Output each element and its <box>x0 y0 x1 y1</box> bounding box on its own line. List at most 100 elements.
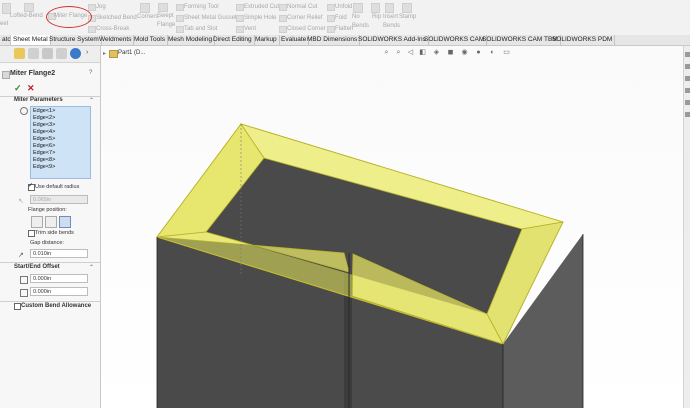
end-offset-icon <box>20 289 28 297</box>
ok-button[interactable]: ✓ <box>14 83 22 94</box>
tab-markup[interactable]: Markup <box>253 35 280 45</box>
material-outside-icon[interactable] <box>45 216 57 228</box>
unfold-button[interactable]: Unfold <box>335 3 352 12</box>
manager-tabs: › <box>0 46 100 63</box>
stamp-icon <box>402 3 412 13</box>
closed-corner-button[interactable]: Closed Corner <box>287 25 326 34</box>
sheet-metal-gusset-icon <box>176 15 184 22</box>
list-item[interactable]: Edge<4> <box>33 129 55 136</box>
base-flange-button[interactable]: eet <box>0 20 8 29</box>
swept-flange-button[interactable]: Swept Flange <box>157 12 177 30</box>
custom-bend-allowance-header[interactable]: Custom Bend Allowance <box>21 303 91 309</box>
property-title: Miter Flange2 <box>10 70 56 77</box>
corners-icon <box>140 3 150 13</box>
trim-side-bends-checkbox[interactable] <box>28 230 35 237</box>
flatten-button[interactable]: Flatten <box>335 25 353 34</box>
list-item[interactable]: Edge<1> <box>33 108 55 115</box>
cross-break-button[interactable]: Cross-Break <box>96 25 129 34</box>
dimxpert-manager-icon[interactable] <box>56 48 67 59</box>
simple-hole-icon <box>236 15 244 22</box>
tab-mesh-modeling[interactable]: Mesh Modeling <box>166 35 216 45</box>
configuration-manager-icon[interactable] <box>42 48 53 59</box>
list-item[interactable]: Edge<8> <box>33 157 55 164</box>
extruded-cut-button[interactable]: Extruded Cut <box>244 3 279 12</box>
list-item[interactable]: Edge<7> <box>33 150 55 157</box>
tab-mbd-dimensions[interactable]: MBD Dimensions <box>305 35 361 45</box>
rip-button[interactable]: Rip <box>372 13 381 22</box>
no-bends-button[interactable]: No Bends <box>352 13 369 31</box>
feature-manager-icon[interactable] <box>14 48 25 59</box>
material-inside-icon[interactable] <box>31 216 43 228</box>
edge-selection-icon <box>20 107 28 115</box>
jog-button[interactable]: Jog <box>96 3 106 12</box>
miter-flange-feature-icon <box>2 71 10 79</box>
normal-cut-icon <box>279 4 287 11</box>
sheet-metal-model[interactable] <box>101 46 690 408</box>
tab-and-slot-button[interactable]: Tab and Slot <box>184 25 217 34</box>
corner-relief-icon <box>279 15 287 22</box>
tab-and-slot-icon <box>176 26 184 33</box>
start-end-offset-header[interactable]: Start/End Offset <box>14 264 60 270</box>
start-offset-field[interactable]: 0.000in <box>30 274 88 283</box>
end-offset-field[interactable]: 0.000in <box>30 287 88 296</box>
stamp-button[interactable]: Stamp <box>399 13 416 22</box>
design-library-icon[interactable] <box>685 64 690 69</box>
list-item[interactable]: Edge<6> <box>33 143 55 150</box>
cancel-button[interactable]: ✕ <box>27 83 35 94</box>
list-item[interactable]: Edge<3> <box>33 122 55 129</box>
gap-distance-field[interactable]: 0.010in <box>30 249 88 258</box>
tab-weldments[interactable]: Weldments <box>97 35 135 45</box>
tab-sheet-metal[interactable]: Sheet Metal <box>10 35 51 45</box>
forming-tool-icon <box>176 4 184 11</box>
tab-solidworks-cam[interactable]: SOLIDWORKS CAM <box>422 35 488 45</box>
resources-icon[interactable] <box>685 52 690 57</box>
tab-direct-editing[interactable]: Direct Editing <box>211 35 255 45</box>
trim-side-bends-label: Trim side bends <box>35 230 74 236</box>
bend-radius-field[interactable]: 0.065in <box>30 195 88 204</box>
custom-properties-icon[interactable] <box>685 112 690 117</box>
rip-icon <box>371 3 380 13</box>
miter-parameters-header[interactable]: Miter Parameters <box>14 97 63 103</box>
bend-outside-icon[interactable] <box>59 216 71 228</box>
tab-mold-tools[interactable]: Mold Tools <box>132 35 168 45</box>
normal-cut-button[interactable]: Normal Cut <box>287 3 317 12</box>
display-manager-icon[interactable] <box>70 48 81 59</box>
custom-bend-allowance-checkbox[interactable] <box>14 303 21 310</box>
list-item[interactable]: Edge<5> <box>33 136 55 143</box>
file-explorer-icon[interactable] <box>685 76 690 81</box>
tab-solidworks-pdm[interactable]: SOLIDWORKS PDM <box>550 35 616 45</box>
collapse-chevron-icon[interactable]: ⌃ <box>89 264 94 271</box>
insert-bends-icon <box>385 3 394 13</box>
sheet-metal-gusset-button[interactable]: Sheet Metal Gusset <box>184 14 237 23</box>
edge-selection-list[interactable]: Edge<1> Edge<2> Edge<3> Edge<4> Edge<5> … <box>30 106 91 179</box>
list-item[interactable]: Edge<2> <box>33 115 55 122</box>
gap-distance-icon: ↗ <box>18 252 24 259</box>
jog-icon <box>88 4 96 11</box>
vent-button[interactable]: Vent <box>244 25 256 34</box>
property-manager-icon[interactable] <box>28 48 39 59</box>
cross-break-icon <box>88 26 96 33</box>
lofted-bend-button[interactable]: Lofted-Bend <box>10 12 43 21</box>
tab-solidworks-cam-tbm[interactable]: SOLIDWORKS CAM TBM <box>480 35 561 45</box>
tab-structure-system[interactable]: Structure System <box>47 35 102 45</box>
chevron-right-icon[interactable]: › <box>86 49 88 56</box>
collapse-chevron-icon[interactable]: ⌃ <box>89 97 94 104</box>
view-palette-icon[interactable] <box>685 88 690 93</box>
help-icon[interactable]: ? <box>89 70 92 76</box>
corner-relief-button[interactable]: Corner Relief <box>287 14 322 23</box>
tab-solidworks-add-ins[interactable]: SOLIDWORKS Add-Ins <box>356 35 429 45</box>
use-default-radius-checkbox[interactable] <box>28 182 35 191</box>
fold-icon <box>327 15 335 22</box>
simple-hole-button[interactable]: Simple Hole <box>244 14 276 23</box>
appearances-icon[interactable] <box>685 100 690 105</box>
fold-button[interactable]: Fold <box>335 14 347 23</box>
section-divider <box>0 262 100 263</box>
list-item[interactable]: Edge<9> <box>33 164 55 171</box>
lofted-bend-icon <box>24 3 34 12</box>
forming-tool-button[interactable]: Forming Tool <box>184 3 219 12</box>
insert-bends-button[interactable]: Insert Bends <box>383 13 400 31</box>
graphics-area[interactable]: ▸ Part1 (D... ⌕ ⌕ ◁ ◧ ◈ ◼ ◉ ● ◐ ▭ <box>101 46 690 408</box>
section-divider <box>0 301 100 302</box>
corners-button[interactable]: Corners <box>137 13 158 22</box>
sketched-bend-button[interactable]: Sketched Bend <box>96 14 137 23</box>
